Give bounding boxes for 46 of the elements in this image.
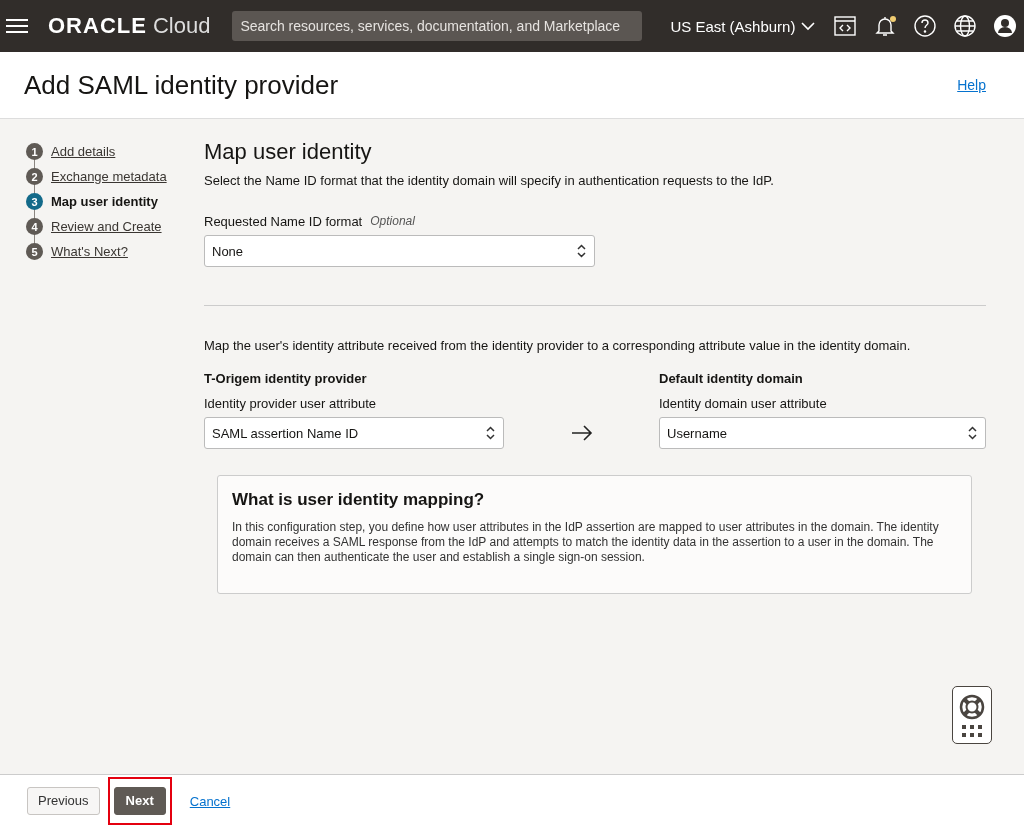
support-widget[interactable] [952, 686, 992, 744]
chevron-down-icon [801, 21, 816, 31]
globe-icon[interactable] [953, 14, 978, 38]
arrow-right-icon [570, 425, 593, 441]
step-link[interactable]: Review and Create [51, 219, 162, 234]
oracle-cloud-logo[interactable]: ORACLE Cloud [48, 13, 211, 39]
field-label: Requested Name ID format [204, 214, 363, 229]
section-title: Map user identity [204, 139, 373, 165]
step-number: 2 [26, 168, 43, 185]
provider-attribute-select[interactable]: SAML assertion Name ID [204, 417, 504, 449]
help-icon[interactable] [913, 14, 938, 38]
menu-icon[interactable] [6, 18, 28, 34]
step-number: 5 [26, 243, 43, 260]
column-heading: T-Origem identity provider [204, 371, 368, 386]
column-heading: Default identity domain [659, 371, 804, 386]
notifications-icon[interactable] [873, 14, 898, 38]
step-number: 1 [26, 143, 43, 160]
page-title: Add SAML identity provider [24, 69, 339, 101]
step-link[interactable]: Map user identity [51, 194, 158, 209]
info-title: What is user identity mapping? [232, 490, 486, 510]
step-link[interactable]: What's Next? [51, 244, 128, 259]
field-label: Identity domain user attribute [659, 396, 828, 411]
code-window-icon[interactable] [833, 14, 858, 38]
search-field[interactable]: Search resources, services, documentation, and Marketplace [232, 11, 643, 41]
grid-icon [962, 724, 982, 737]
previous-button[interactable]: Previous [27, 786, 100, 815]
step-number: 4 [26, 218, 43, 235]
section-description: Select the Name ID format that the identity domain will specify in authentication requests to the IdP. [204, 173, 775, 188]
region-selector[interactable]: US East (Ashburn) [670, 17, 816, 35]
step-link[interactable]: Exchange metadata [51, 169, 167, 184]
domain-attribute-select[interactable]: Username [659, 417, 986, 449]
cancel-link[interactable]: Cancel [189, 793, 231, 809]
step-link[interactable]: Add details [51, 144, 116, 159]
field-label: Identity provider user attribute [204, 396, 377, 411]
info-text: In this configuration step, you define how user attributes in the IdP assertion are mapped to user attributes in the domain. The identity domain receives a SAML response from the IdP and attempts to match the identity data in the assertion to a user in the domain. The domain can then authenticate the user and establish a single sign-on session. [232, 520, 940, 565]
next-button[interactable]: Next [113, 786, 166, 815]
chevron-up-down-icon [968, 426, 977, 440]
chevron-up-down-icon [577, 244, 586, 258]
optional-label: Optional [370, 214, 415, 229]
step-number: 3 [26, 193, 43, 210]
chevron-up-down-icon [486, 426, 495, 440]
name-id-format-select[interactable]: None [204, 235, 595, 267]
user-avatar-icon[interactable] [993, 14, 1018, 38]
life-ring-icon [959, 693, 985, 720]
help-link[interactable]: Help [957, 77, 986, 93]
mapping-description: Map the user's identity attribute received from the identity provider to a corresponding attribute value in the identity domain. [204, 338, 912, 353]
